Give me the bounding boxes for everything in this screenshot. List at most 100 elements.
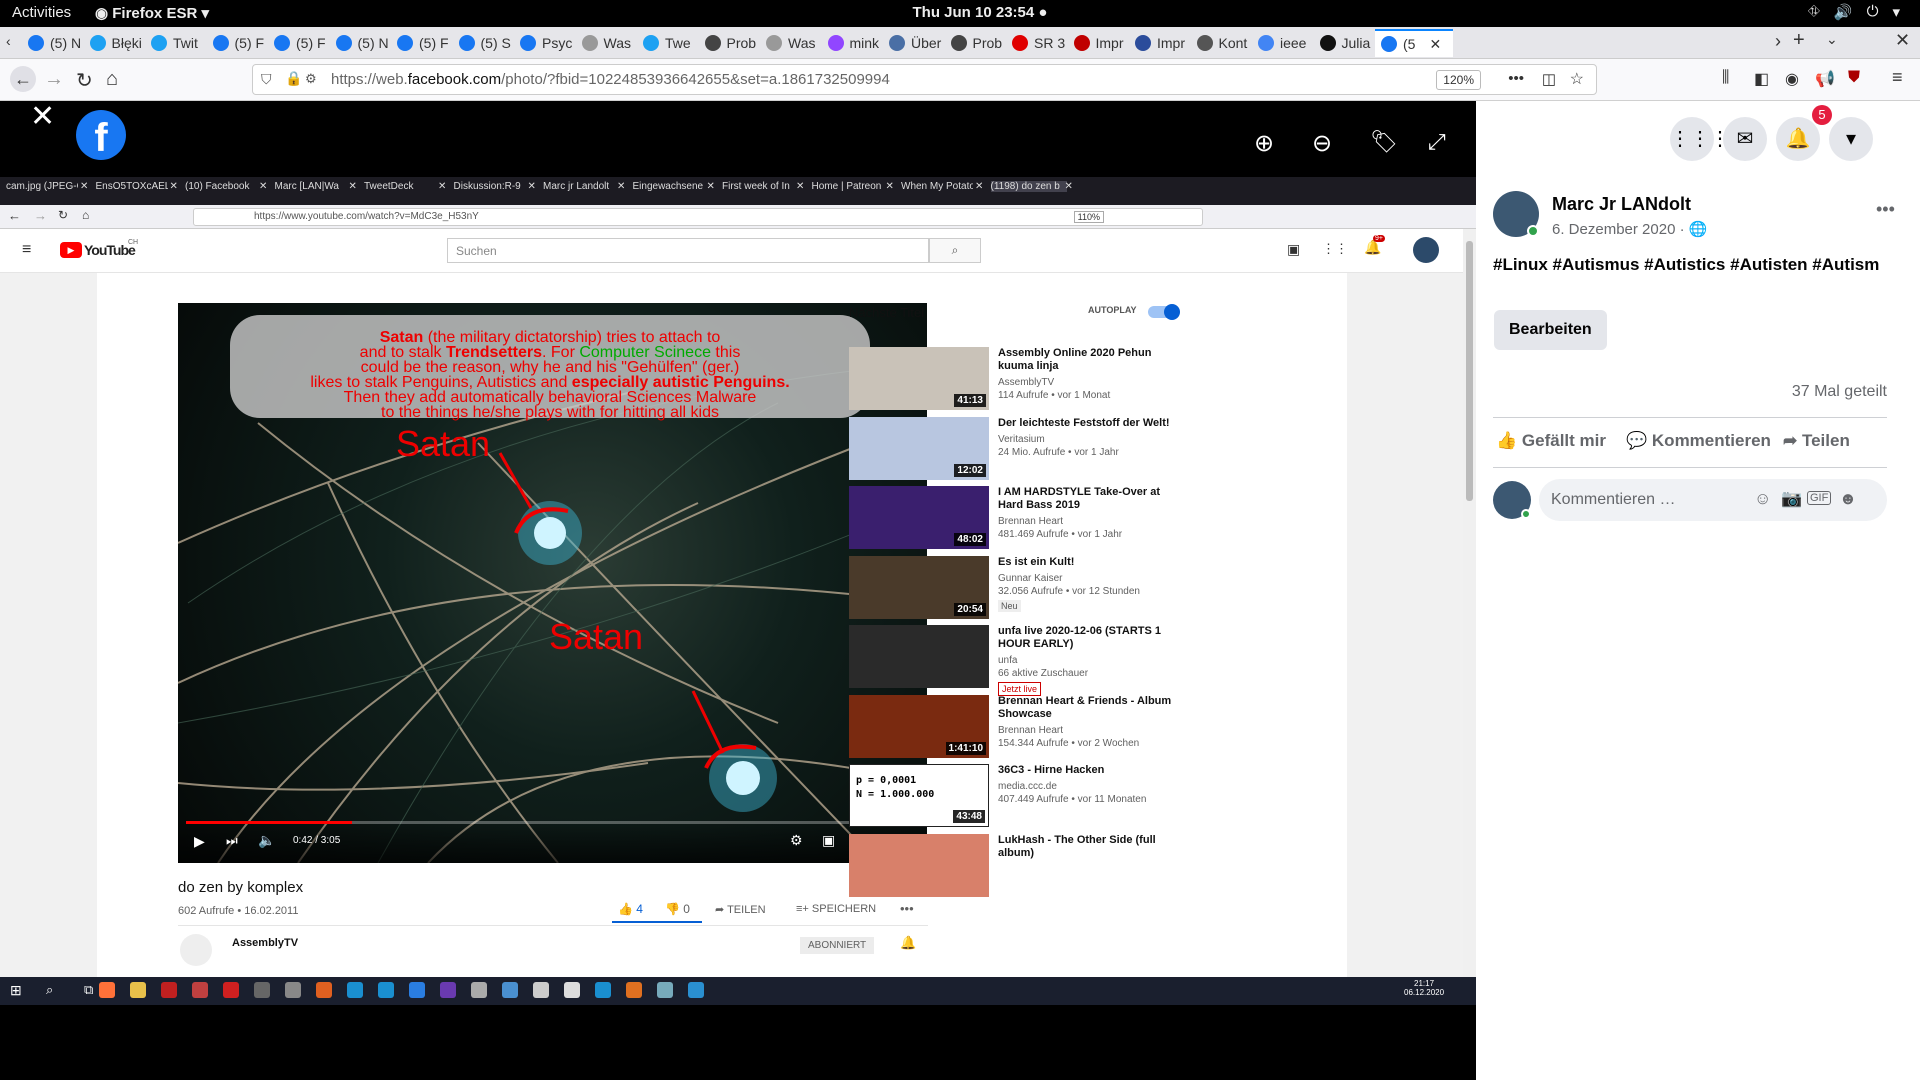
browser-tab[interactable]: Impr <box>1068 29 1128 57</box>
close-window-icon[interactable]: ✕ <box>1895 30 1910 51</box>
browser-tab[interactable]: ieee <box>1252 29 1312 57</box>
emoji-icon[interactable]: ☺ <box>1754 489 1771 509</box>
share-post-button[interactable]: ➦ Teilen <box>1783 431 1850 451</box>
pocket-icon[interactable]: ◫ <box>1542 70 1556 88</box>
system-tray[interactable]: ⛗ 🔊 ⏻ ▾ <box>1808 3 1900 21</box>
facebook-logo-icon[interactable]: f <box>76 110 126 160</box>
tab-label: (5) N <box>357 35 389 51</box>
lock-icon[interactable]: 🔒 <box>285 70 302 87</box>
inner-tab: First week of In <box>722 181 790 192</box>
video-time: 0:42 / 3:05 <box>293 835 341 846</box>
related-channel: Brennan Heart <box>998 516 1064 527</box>
forward-button[interactable]: → <box>44 68 64 91</box>
shield-icon[interactable]: ⛉ <box>261 71 272 88</box>
account-icon[interactable]: ◉ <box>1785 69 1799 89</box>
browser-tab[interactable]: Twit <box>145 29 205 57</box>
browser-tab[interactable]: (5) S <box>453 29 513 57</box>
close-tab-icon[interactable]: ✕ <box>1429 36 1441 53</box>
shares-count[interactable]: 37 Mal geteilt <box>1792 383 1887 401</box>
messenger-icon[interactable]: ✉ <box>1723 117 1767 161</box>
tab-scroll-left-icon[interactable]: ‹ <box>6 33 11 49</box>
gif-icon[interactable]: GIF <box>1807 491 1832 505</box>
post-caption[interactable]: #Linux #Autismus #Autistics #Autisten #A… <box>1493 253 1883 277</box>
fullscreen-icon[interactable]: ⤢ <box>1428 129 1446 155</box>
camera-icon[interactable]: 📷 <box>1781 489 1802 509</box>
firefox-icon: ◉ <box>95 5 113 22</box>
menu-grid-icon[interactable]: ⋮⋮⋮ <box>1670 117 1730 161</box>
menu-icon[interactable]: ≡ <box>1892 67 1903 88</box>
browser-tab[interactable]: Twe <box>637 29 697 57</box>
yt-search-icon: ⌕ <box>929 238 981 263</box>
zoom-indicator[interactable]: 120% <box>1436 70 1481 90</box>
close-icon[interactable]: ✕ <box>30 99 55 134</box>
browser-tab[interactable]: (5) F <box>391 29 451 57</box>
browser-tab[interactable]: Błęki <box>84 29 144 57</box>
new-tab-button[interactable]: + <box>1793 29 1805 52</box>
tab-bar: ‹ (5) N Błęki Twit (5) F (5) F (5) N (5) F (5) … <box>0 27 1920 59</box>
browser-tab[interactable]: Impr <box>1129 29 1189 57</box>
browser-tab[interactable]: Psyc <box>514 29 574 57</box>
clock[interactable]: Thu Jun 10 23:54 ● <box>900 4 1060 21</box>
zoom-in-icon[interactable]: ⊕ <box>1254 129 1274 158</box>
browser-tab[interactable]: Über <box>883 29 943 57</box>
video-thumbnail: 41:13 <box>849 347 989 410</box>
thumb-text: p = 0,0001 <box>856 775 917 786</box>
tag-icon[interactable]: 🏷 <box>1370 129 1398 155</box>
list-tabs-icon[interactable]: ⌄ <box>1826 31 1838 48</box>
browser-tab[interactable]: Was <box>576 29 636 57</box>
library-icon[interactable]: ⫼ <box>1722 69 1729 87</box>
inner-url-text: https://www.youtube.com/watch?v=MdC3e_H5… <box>254 211 479 222</box>
page-actions-icon[interactable]: ••• <box>1508 70 1524 87</box>
app-menu[interactable]: ◉ Firefox ESR ▾ <box>95 4 209 22</box>
author-name[interactable]: Marc Jr LANdolt <box>1552 194 1691 215</box>
browser-tab[interactable]: mink <box>822 29 882 57</box>
home-button[interactable]: ⌂ <box>106 68 118 91</box>
tab-scroll-right-icon[interactable]: › <box>1775 31 1781 52</box>
like-post-button[interactable]: 👍 Gefällt mir <box>1496 431 1606 451</box>
browser-tab[interactable]: Julia <box>1314 29 1374 57</box>
back-button[interactable]: ← <box>10 66 36 92</box>
browser-tab[interactable]: Prob <box>945 29 1005 57</box>
sticker-icon[interactable]: ☻ <box>1839 489 1857 509</box>
related-meta: 114 Aufrufe • vor 1 Monat <box>998 390 1111 401</box>
post-options-icon[interactable]: ••• <box>1876 199 1895 220</box>
taskbar-app-icon <box>471 982 487 998</box>
browser-tab[interactable]: SR 3 <box>1006 29 1066 57</box>
browser-tab[interactable]: Was <box>760 29 820 57</box>
notifications-bell-icon[interactable]: 🔔 <box>1776 117 1820 161</box>
permissions-icon[interactable]: ⚙ <box>305 71 317 87</box>
reload-button[interactable]: ↻ <box>76 68 93 93</box>
inner-tab-close-icon: ✕ <box>169 181 178 192</box>
bookmark-star-icon[interactable]: ☆ <box>1570 69 1584 89</box>
activities-button[interactable]: Activities <box>12 4 71 21</box>
browser-tab[interactable]: (5) F <box>268 29 328 57</box>
inner-tab: Marc jr Landolt <box>543 181 610 192</box>
browser-tab[interactable]: Kont <box>1191 29 1251 57</box>
browser-tab[interactable]: (5 ✕ <box>1375 29 1453 57</box>
taskbar-app-icon <box>440 982 456 998</box>
tab-favicon-icon <box>274 35 290 51</box>
tab-label: Über <box>911 35 942 51</box>
ublock-icon[interactable]: ⛊ <box>1848 69 1860 87</box>
zoom-out-icon[interactable]: ⊖ <box>1312 129 1332 158</box>
account-dropdown-icon[interactable]: ▾ <box>1829 117 1873 161</box>
url-text[interactable]: https://web.facebook.com/photo/?fbid=102… <box>331 71 890 88</box>
comment-post-button[interactable]: 💬 Kommentieren <box>1626 431 1771 451</box>
satan-label-2: Satan <box>549 616 644 657</box>
channel-name: AssemblyTV <box>232 937 299 949</box>
browser-tab[interactable]: (5) F <box>207 29 267 57</box>
browser-tab[interactable]: Prob <box>699 29 759 57</box>
edit-button[interactable]: Bearbeiten <box>1494 310 1607 350</box>
next-icon: ⏭ <box>226 833 238 848</box>
navigation-bar: ← → ↻ ⌂ ⛉ 🔒 ⚙ https://web.facebook.com/p… <box>0 59 1920 101</box>
url-bar[interactable]: ⛉ 🔒 ⚙ https://web.facebook.com/photo/?fb… <box>252 64 1597 95</box>
browser-tab[interactable]: (5) N <box>330 29 390 57</box>
browser-tab[interactable]: (5) N <box>22 29 82 57</box>
post-date[interactable]: 6. Dezember 2020 · 🌐 <box>1552 220 1707 238</box>
comment-input[interactable]: Kommentieren … ☺ 📷 GIF ☻ <box>1539 479 1887 521</box>
inner-tab: TweetDeck <box>364 181 414 192</box>
tab-label: Impr <box>1157 35 1185 51</box>
related-video: 1:41:10 Brennan Heart & Friends - Album S… <box>849 694 1189 775</box>
extension-megaphone-icon[interactable]: 📢 <box>1815 69 1835 89</box>
sidebar-icon[interactable]: ◧ <box>1754 69 1769 89</box>
